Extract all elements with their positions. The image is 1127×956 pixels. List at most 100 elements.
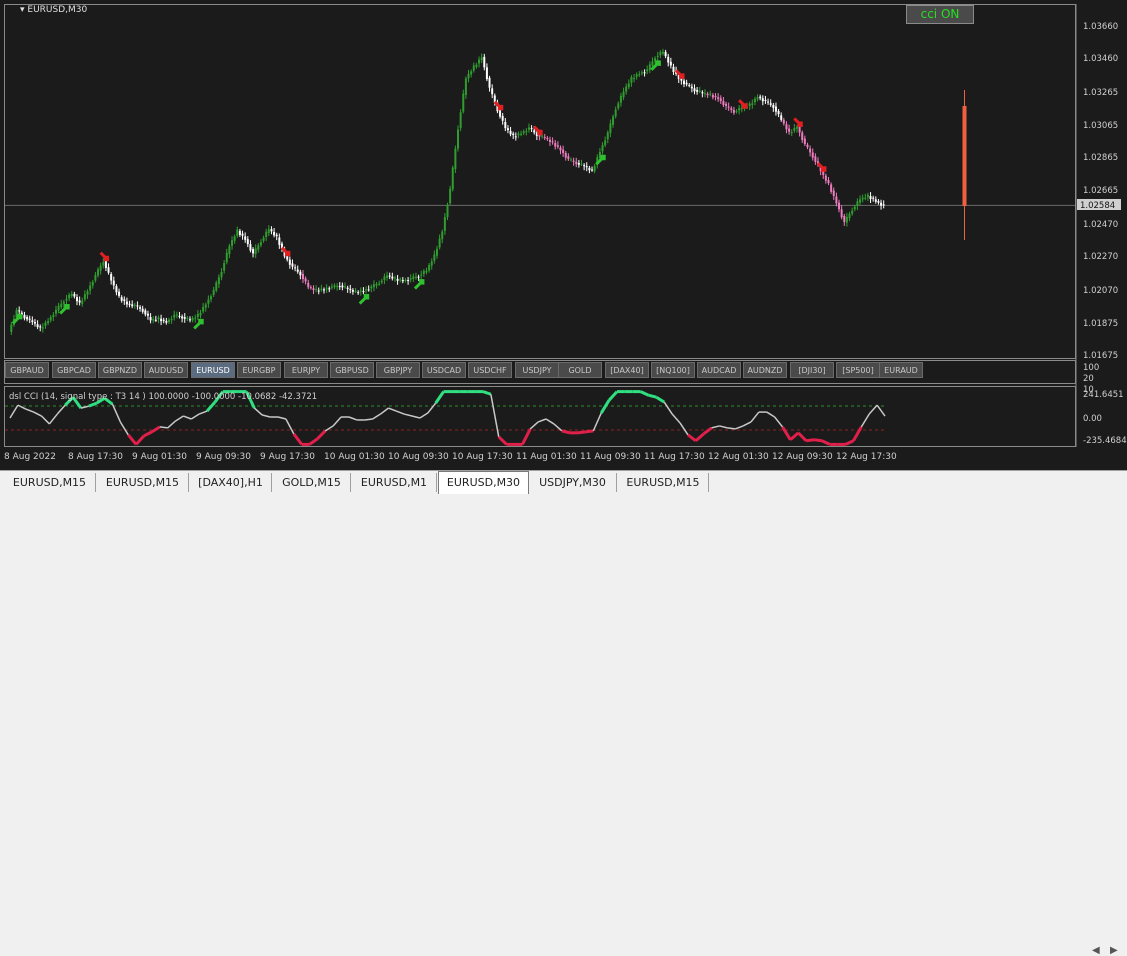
symbol-button-gbpusd[interactable]: GBPUSD	[330, 362, 374, 378]
candle-body	[123, 299, 126, 301]
tab-eurusdm30[interactable]: EURUSD,M30	[438, 471, 529, 494]
symbol-button-dax40[interactable]: [DAX40]	[605, 362, 649, 378]
tab-goldm15[interactable]: GOLD,M15	[273, 473, 351, 492]
candle-body	[845, 216, 848, 223]
candle-body	[811, 152, 814, 158]
candle-body	[104, 260, 107, 268]
candle-body	[320, 288, 323, 290]
sell-arrow-icon	[816, 162, 827, 172]
cci-segment	[395, 410, 405, 415]
candle-body	[714, 96, 717, 98]
candle-body	[36, 324, 39, 328]
candle-body	[231, 240, 234, 246]
tab-scroll-left-icon[interactable]: ◀	[1092, 945, 1100, 956]
candle-body	[183, 317, 186, 319]
candle-body	[659, 52, 662, 56]
candle-body	[317, 290, 320, 292]
candle-body	[617, 103, 620, 109]
candle-body	[131, 304, 134, 307]
candle-body	[527, 127, 530, 130]
symbol-button-usdjpy[interactable]: USDJPY	[515, 362, 559, 378]
cci-segment	[119, 421, 129, 436]
symbol-button-usdcad[interactable]: USDCAD	[422, 362, 466, 378]
candle-body	[530, 128, 533, 130]
tab-scroll-right-icon[interactable]: ▶	[1110, 945, 1118, 956]
candle-body	[640, 72, 643, 74]
candle-body	[210, 296, 213, 300]
candle-body	[128, 303, 131, 305]
candle-body	[567, 156, 570, 159]
symbol-button-eurusd[interactable]: EURUSD	[191, 362, 235, 378]
candle-body	[554, 143, 557, 147]
cci-segment	[742, 421, 752, 427]
tab-eurusdm15[interactable]: EURUSD,M15	[97, 473, 189, 492]
symbol-button-dji30[interactable]: [DJI30]	[790, 362, 834, 378]
candle-body	[254, 248, 257, 255]
symbol-button-usdchf[interactable]: USDCHF	[468, 362, 512, 378]
candle-body	[485, 67, 488, 80]
candle-body	[509, 130, 512, 135]
symbol-button-audnzd[interactable]: AUDNZD	[743, 362, 787, 378]
price-tick: 1.02470	[1083, 220, 1119, 230]
candle-body	[601, 145, 604, 152]
tab-eurusdm1[interactable]: EURUSD,M1	[352, 473, 437, 492]
cci-segment	[48, 413, 58, 425]
symbol-button-eurjpy[interactable]: EURJPY	[284, 362, 328, 378]
cci-on-button[interactable]: cci ON	[906, 5, 974, 24]
price-tick: 1.03460	[1083, 54, 1119, 64]
candle-body	[548, 139, 551, 143]
tab-dax40h1[interactable]: [DAX40],H1	[190, 473, 272, 492]
candle-body	[625, 86, 628, 92]
symbol-button-nq100[interactable]: [NQ100]	[651, 362, 695, 378]
tab-eurusdm15[interactable]: EURUSD,M15	[4, 473, 96, 492]
candle-body	[604, 140, 607, 146]
symbol-button-gbpcad[interactable]: GBPCAD	[52, 362, 96, 378]
symbol-button-audcad[interactable]: AUDCAD	[697, 362, 741, 378]
candle-body	[244, 236, 247, 240]
candle-body	[65, 298, 68, 301]
cci-segment	[482, 390, 492, 396]
candle-body	[291, 263, 294, 267]
candle-body	[559, 147, 562, 151]
tab-usdjpym30[interactable]: USDJPY,M30	[529, 473, 617, 492]
symbol-button-gold[interactable]: GOLD	[558, 362, 602, 378]
cci-segment	[253, 407, 263, 416]
candle-body	[761, 98, 764, 102]
cci-segment	[663, 401, 673, 415]
symbol-button-sp500[interactable]: [SP500]	[836, 362, 880, 378]
candle-body	[393, 277, 396, 279]
candle-body	[730, 108, 733, 110]
candle-body	[386, 275, 389, 278]
candle-body	[118, 291, 121, 296]
candle-body	[838, 202, 841, 210]
cci-tick-bottom: -235.4684	[1083, 436, 1127, 446]
candle-body	[774, 106, 777, 112]
buy-arrow-icon	[413, 279, 425, 290]
time-tick: 10 Aug 01:30	[324, 452, 385, 462]
candle-body	[288, 259, 291, 265]
candle-body	[457, 129, 460, 149]
symbol-button-eurgbp[interactable]: EURGBP	[237, 362, 281, 378]
symbol-button-euraud[interactable]: EURAUD	[879, 362, 923, 378]
cci-segment	[167, 420, 177, 429]
symbol-button-gbpaud[interactable]: GBPAUD	[5, 362, 49, 378]
candle-body	[882, 204, 885, 206]
candle-body	[719, 98, 722, 102]
symbol-button-gbpjpy[interactable]: GBPJPY	[376, 362, 420, 378]
candle-body	[414, 276, 417, 278]
cci-tick-zero: 0.00	[1083, 414, 1102, 424]
tab-eurusdm15[interactable]: EURUSD,M15	[618, 473, 709, 492]
candle-body	[520, 133, 523, 135]
chart-window[interactable]: 1.02584 ▾ EURUSD,M30 cci ON 1.03660 1.034…	[0, 0, 1127, 470]
symbol-button-audusd[interactable]: AUDUSD	[144, 362, 188, 378]
candle-body	[514, 136, 517, 138]
candle-body	[756, 97, 759, 100]
candle-body	[499, 109, 502, 117]
symbol-button-gbpnzd[interactable]: GBPNZD	[98, 362, 142, 378]
candle-body	[236, 229, 239, 236]
candle-body	[312, 288, 315, 291]
candle-body	[806, 144, 809, 148]
cci-segment	[419, 412, 429, 419]
price-tick: 1.02070	[1083, 286, 1119, 296]
cci-segment	[545, 418, 555, 425]
